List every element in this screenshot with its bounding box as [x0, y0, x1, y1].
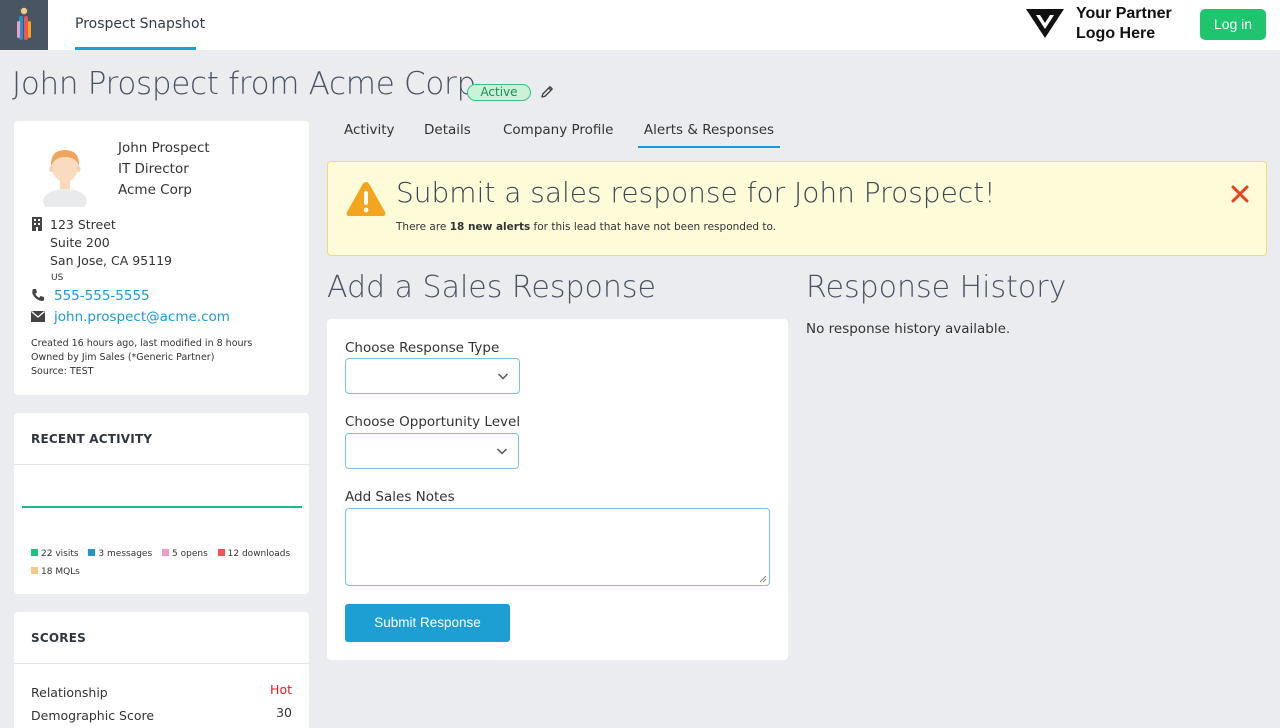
address-line-3: San Jose, CA 95119: [50, 253, 172, 268]
nav-tab-prospect-snapshot[interactable]: Prospect Snapshot: [75, 0, 205, 50]
profile-card: John Prospect IT Director Acme Corp 123 …: [14, 121, 309, 395]
legend-item-opens: 5 opens: [162, 549, 208, 559]
chevron-down-icon: [497, 373, 509, 380]
opportunity-level-label: Choose Opportunity Level: [345, 414, 521, 430]
activity-legend-row-2: 18 MQLs: [31, 567, 87, 577]
pencil-edit-icon[interactable]: [539, 84, 555, 100]
response-history-empty: No response history available.: [806, 321, 1011, 337]
alert-banner: Submit a sales response for John Prospec…: [327, 161, 1267, 256]
card-divider: [14, 663, 309, 664]
warning-icon: [346, 182, 386, 216]
app-logo-icon: [17, 7, 31, 40]
response-type-label: Choose Response Type: [345, 340, 500, 356]
sales-notes-label: Add Sales Notes: [345, 489, 455, 505]
building-icon: [32, 217, 42, 231]
address-line-1: 123 Street: [50, 217, 116, 232]
avatar: [43, 150, 87, 207]
address-line-2: Suite 200: [50, 235, 110, 250]
phone-link[interactable]: 555-555-5555: [54, 288, 150, 304]
created-modified-text: Created 16 hours ago, last modified in 8…: [31, 338, 253, 349]
page-title: John Prospect from Acme Corp: [12, 66, 476, 102]
sales-response-form: Choose Response Type Choose Opportunity …: [327, 319, 788, 660]
envelope-icon: [31, 311, 45, 322]
prospect-job-title: IT Director: [118, 161, 189, 177]
alert-count: 18 new alerts: [449, 221, 531, 233]
recent-activity-card: RECENT ACTIVITY 22 visits 3 messages 5 o…: [14, 413, 309, 594]
score-value-demographic: 30: [276, 705, 292, 720]
add-sales-response-title: Add a Sales Response: [327, 270, 657, 305]
app-logo[interactable]: [0, 0, 48, 50]
legend-item-mqls: 18 MQLs: [31, 567, 80, 577]
detail-tabs: Activity Details Company Profile Alerts …: [327, 113, 1267, 149]
card-divider: [14, 464, 309, 465]
partner-logo-text: Your Partner Logo Here: [1076, 5, 1172, 42]
tab-details[interactable]: Details: [424, 113, 471, 147]
opportunity-level-select[interactable]: [345, 433, 519, 469]
login-button[interactable]: Log in: [1200, 9, 1266, 40]
legend-item-downloads: 12 downloads: [217, 549, 290, 559]
response-type-select[interactable]: [345, 358, 520, 394]
prospect-company: Acme Corp: [118, 182, 192, 198]
active-tab-underline: [638, 146, 780, 148]
alert-title: Submit a sales response for John Prospec…: [396, 176, 996, 209]
phone-icon: [32, 289, 44, 301]
chevron-down-icon: [496, 448, 508, 455]
score-label-relationship: Relationship: [31, 685, 108, 700]
email-link[interactable]: john.prospect@acme.com: [54, 309, 230, 325]
address-country: US: [51, 273, 64, 283]
activity-legend: 22 visits 3 messages 5 opens 12 download…: [31, 549, 297, 559]
submit-response-button[interactable]: Submit Response: [345, 604, 510, 642]
scores-header: SCORES: [31, 631, 86, 645]
close-icon[interactable]: [1229, 183, 1251, 205]
tab-company-profile[interactable]: Company Profile: [503, 113, 614, 147]
score-value-relationship: Hot: [270, 682, 292, 697]
tab-activity[interactable]: Activity: [344, 113, 395, 147]
alert-text: There are 18 new alerts for this lead th…: [396, 221, 777, 233]
source-text: Source: TEST: [31, 366, 94, 377]
partner-logo-icon: [1026, 9, 1064, 38]
nav-tab-underline: [75, 47, 196, 50]
partner-logo: Your Partner Logo Here: [1026, 4, 1186, 46]
scores-card: SCORES Relationship Hot Demographic Scor…: [14, 612, 309, 728]
resize-grip-icon[interactable]: [759, 575, 767, 583]
sales-notes-textarea[interactable]: [345, 508, 770, 586]
recent-activity-header: RECENT ACTIVITY: [31, 432, 153, 446]
prospect-name: John Prospect: [118, 140, 210, 156]
score-label-demographic: Demographic Score: [31, 708, 155, 723]
owner-text: Owned by Jim Sales (*Generic Partner): [31, 352, 215, 363]
tab-alerts-responses[interactable]: Alerts & Responses: [641, 113, 777, 147]
legend-item-visits: 22 visits: [31, 549, 79, 559]
legend-item-messages: 3 messages: [88, 549, 152, 559]
top-bar: Prospect Snapshot Your Partner Logo Here…: [0, 0, 1280, 50]
status-badge: Active: [467, 84, 531, 101]
response-history-title: Response History: [806, 270, 1067, 305]
